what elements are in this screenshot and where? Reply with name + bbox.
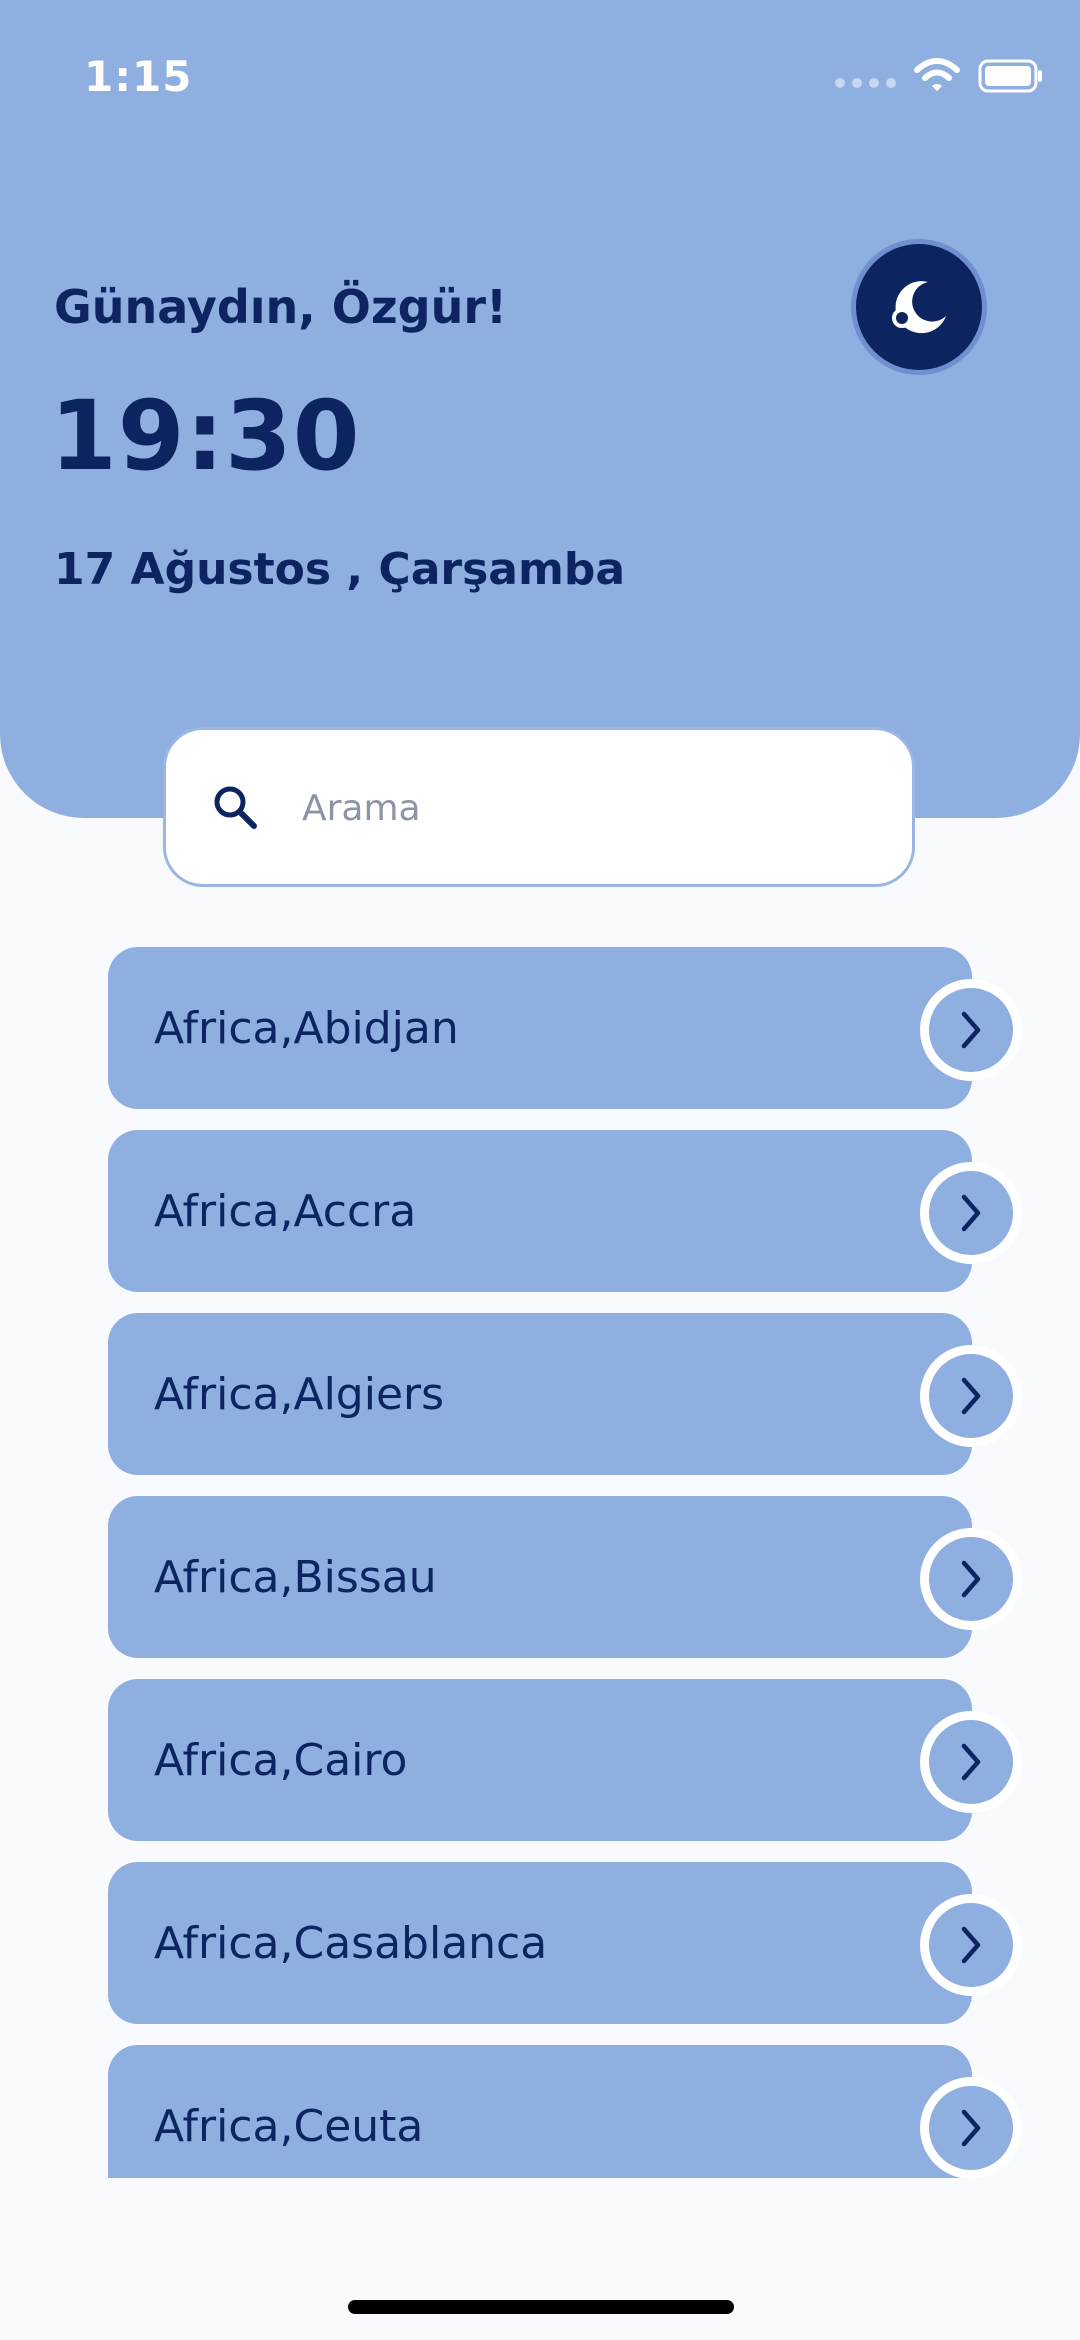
list-item[interactable]: Africa,Ceuta [108, 2045, 1022, 2178]
chevron-right-icon [961, 1194, 981, 1232]
search-input[interactable] [300, 772, 884, 844]
list-item-label: Africa,Bissau [154, 1552, 437, 1603]
list-item[interactable]: Africa,Algiers [108, 1313, 1022, 1475]
open-detail-button[interactable] [920, 979, 1022, 1081]
open-detail-button[interactable] [920, 1528, 1022, 1630]
open-detail-button[interactable] [920, 1345, 1022, 1447]
chevron-right-icon [961, 1011, 981, 1049]
list-item[interactable]: Africa,Cairo [108, 1679, 1022, 1841]
list-item[interactable]: Africa,Casablanca [108, 1862, 1022, 2024]
list-item-label: Africa,Cairo [154, 1735, 408, 1786]
city-list: Africa,Abidjan Africa,Accra Africa,Algie… [0, 0, 1080, 2178]
open-detail-button[interactable] [920, 1162, 1022, 1264]
search-bar[interactable] [163, 727, 915, 887]
list-item[interactable]: Africa,Bissau [108, 1496, 1022, 1658]
list-item-label: Africa,Ceuta [154, 2101, 424, 2152]
chevron-right-icon [961, 2109, 981, 2147]
chevron-right-icon [961, 1377, 981, 1415]
open-detail-button[interactable] [920, 1894, 1022, 1996]
open-detail-button[interactable] [920, 1711, 1022, 1813]
chevron-right-icon [961, 1926, 981, 1964]
home-indicator[interactable] [348, 2300, 734, 2314]
open-detail-button[interactable] [920, 2077, 1022, 2178]
search-icon [214, 786, 257, 829]
chevron-right-icon [961, 1743, 981, 1781]
list-item[interactable]: Africa,Accra [108, 1130, 1022, 1292]
list-item-label: Africa,Accra [154, 1186, 417, 1237]
list-item-label: Africa,Casablanca [154, 1918, 548, 1969]
list-item-label: Africa,Abidjan [154, 1003, 459, 1054]
list-item[interactable]: Africa,Abidjan [108, 947, 1022, 1109]
list-item-label: Africa,Algiers [154, 1369, 445, 1420]
chevron-right-icon [961, 1560, 981, 1598]
